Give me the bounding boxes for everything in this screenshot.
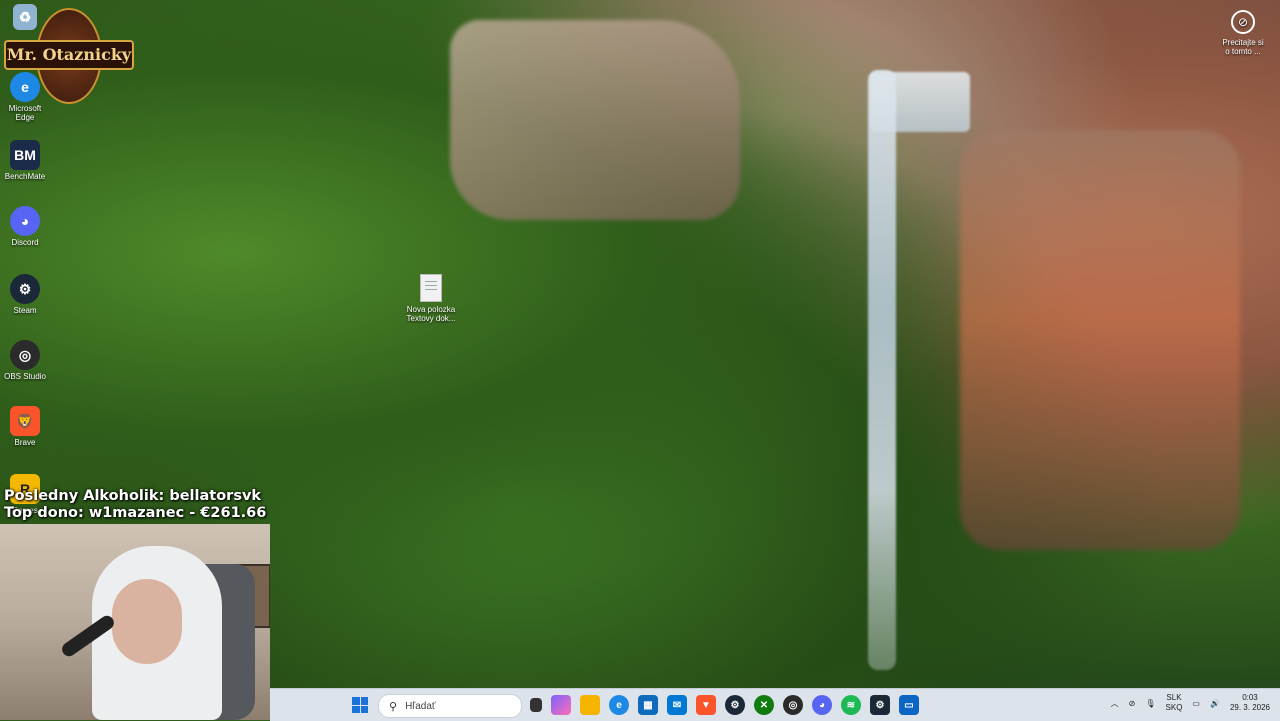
xbox-icon[interactable]: ✕ [754, 695, 774, 715]
edge-icon: e [10, 72, 40, 102]
volume-icon[interactable]: 🔊 [1210, 699, 1220, 708]
desktop-file-text-document[interactable]: Nova polozka Textovy dok... [404, 274, 458, 323]
clock[interactable]: 0:03 29. 3. 2026 [1230, 693, 1270, 713]
file-explorer-icon[interactable] [580, 695, 600, 715]
task-view-icon[interactable] [530, 698, 542, 712]
search-placeholder: Hľadať [405, 700, 436, 712]
obs-icon: ◎ [10, 340, 40, 370]
app-icon[interactable]: ▭ [899, 695, 919, 715]
desktop-icon-label: Discord [11, 238, 39, 247]
notif-line2: o tomto ... [1225, 47, 1261, 56]
edge-icon[interactable]: e [609, 695, 629, 715]
taskbar: ⚲ Hľadať e ▦ ✉ ▼ ⚙ ✕ ◎ ◕ ≋ ⚙ ▭ ︿ ⊘ 🎙 SLK… [270, 688, 1280, 721]
network-off-icon[interactable]: ⊘ [1129, 699, 1136, 708]
search-icon: ⚲ [389, 700, 398, 713]
person-face [112, 579, 182, 664]
discord-icon[interactable]: ◕ [812, 695, 832, 715]
chevron-up-icon[interactable]: ︿ [1111, 698, 1119, 709]
steam-2-icon[interactable]: ⚙ [870, 695, 890, 715]
outlook-icon[interactable]: ✉ [667, 695, 687, 715]
taskbar-apps: e ▦ ✉ ▼ ⚙ ✕ ◎ ◕ ≋ ⚙ ▭ [530, 695, 919, 715]
steam-icon[interactable]: ⚙ [725, 695, 745, 715]
calculator-icon[interactable]: ▦ [638, 695, 658, 715]
desktop-icon-label: Microsoft Edge [8, 104, 42, 122]
discord-icon: ◕ [10, 206, 40, 236]
display-icon[interactable]: ▭ [1192, 699, 1200, 708]
steam-icon: ⚙ [10, 274, 40, 304]
file-label-line2: Textovy dok... [406, 314, 456, 323]
desktop-icon-label: Brave [14, 438, 36, 447]
cliff-right [960, 130, 1240, 550]
text-document-icon [420, 274, 442, 302]
desktop-icon-label: OBS Studio [4, 372, 46, 381]
desktop-icon-edge[interactable]: e Microsoft Edge [2, 72, 48, 122]
desktop-icon-label: Steam [13, 306, 37, 315]
system-tray: ︿ ⊘ 🎙 SLK SKQ ▭ 🔊 0:03 29. 3. 2026 [1111, 693, 1270, 713]
overlay-last-alcoholic: Posledny Alkoholik: bellatorsvk [4, 488, 262, 504]
overlay-top-donation: Top dono: w1mazanec - €261.66 [4, 505, 267, 521]
clock-time: 0:03 [1242, 693, 1258, 702]
copilot-icon[interactable] [551, 695, 571, 715]
taskbar-search[interactable]: ⚲ Hľadať [378, 694, 522, 718]
start-button[interactable] [352, 697, 368, 713]
cliff-left [450, 20, 740, 220]
spotify-icon[interactable]: ≋ [841, 695, 861, 715]
obs-icon[interactable]: ◎ [783, 695, 803, 715]
notif-line1: Precitajte si [1222, 38, 1264, 47]
camera-icon: ⊘ [1231, 10, 1255, 34]
waterfall [868, 70, 896, 670]
logo-text: Mr. Otaznicky [4, 40, 134, 70]
brave-icon[interactable]: ▼ [696, 695, 716, 715]
language-line2: SKQ [1165, 703, 1183, 712]
desktop-icon-benchmate[interactable]: BM BenchMate [2, 140, 48, 181]
wallpaper-info-button[interactable]: ⊘ Precitajte si o tomto ... [1220, 10, 1266, 56]
microphone-icon[interactable]: 🎙 [1145, 699, 1155, 708]
desktop-icon-label: BenchMate [4, 172, 46, 181]
benchmate-icon: BM [10, 140, 40, 170]
webcam-feed [0, 524, 270, 720]
desktop-icon-steam[interactable]: ⚙ Steam [2, 274, 48, 315]
brave-icon: 🦁 [10, 406, 40, 436]
file-label-line1: Nova polozka [406, 305, 456, 314]
language-line1: SLK [1166, 693, 1182, 702]
clock-date: 29. 3. 2026 [1229, 703, 1270, 712]
desktop-icon-brave[interactable]: 🦁 Brave [2, 406, 48, 447]
language-indicator[interactable]: SLK SKQ [1166, 693, 1183, 713]
desktop-icon-obs[interactable]: ◎ OBS Studio [2, 340, 48, 381]
desktop-icon-discord[interactable]: ◕ Discord [2, 206, 48, 247]
